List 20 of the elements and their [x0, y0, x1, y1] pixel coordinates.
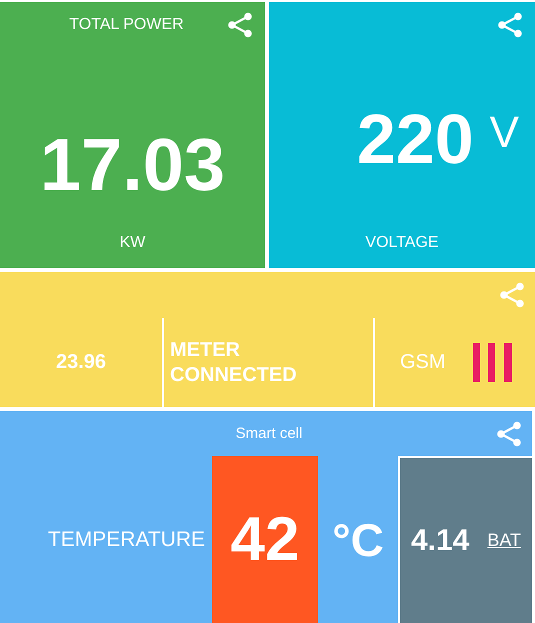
tile-label: VOLTAGE [365, 234, 439, 251]
tile-title: TOTAL POWER [68, 16, 185, 34]
voltage-unit: V [490, 108, 519, 158]
share-icon[interactable] [496, 420, 522, 446]
power-value: 17.03 [40, 122, 226, 206]
signal-bars-icon [472, 343, 512, 382]
share-icon[interactable] [227, 12, 253, 38]
temperature-label: TEMPERATURE [48, 528, 205, 552]
share-icon[interactable] [497, 12, 523, 38]
panel-title: Smart cell [234, 425, 304, 442]
temperature-unit: °C [332, 512, 384, 566]
network-label: GSM [400, 351, 446, 374]
share-icon[interactable] [499, 282, 525, 308]
temperature-value: 42 [212, 456, 318, 623]
connection-status: METER CONNECTED [170, 338, 298, 388]
battery-value: 4.14 [410, 524, 470, 558]
tile-label: KW [120, 234, 146, 251]
meter-reading: 23.96 [56, 351, 106, 374]
voltage-value: 220 [356, 99, 474, 179]
battery-label: BAT [487, 530, 522, 551]
